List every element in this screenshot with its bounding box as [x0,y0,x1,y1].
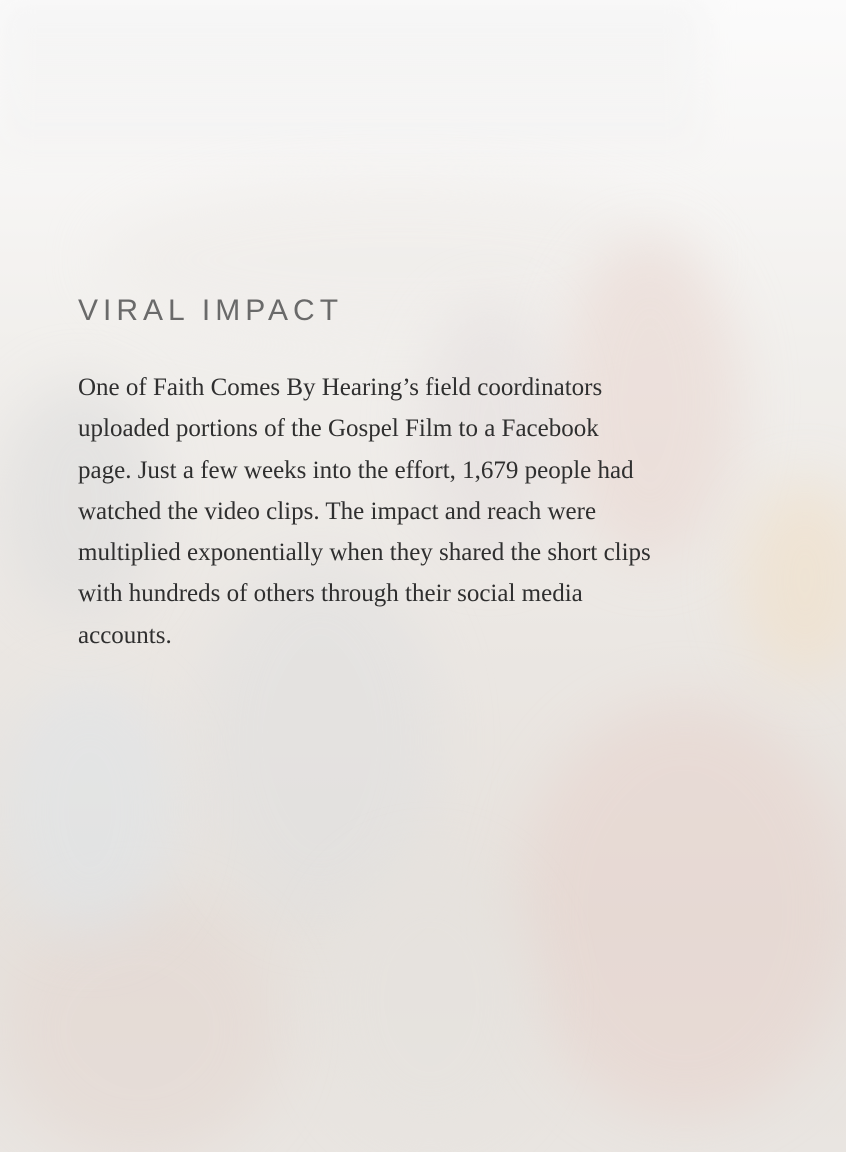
content-section: VIRAL IMPACT One of Faith Comes By Heari… [78,291,678,656]
section-heading: VIRAL IMPACT [78,294,344,327]
background-shape [740,480,846,680]
background-shape [320,860,540,1140]
background-mountain [0,0,700,150]
background-shape [0,680,180,940]
background-shape [0,900,280,1152]
section-body-text: One of Faith Comes By Hearing’s field co… [78,374,651,649]
background-shape [520,700,846,1120]
